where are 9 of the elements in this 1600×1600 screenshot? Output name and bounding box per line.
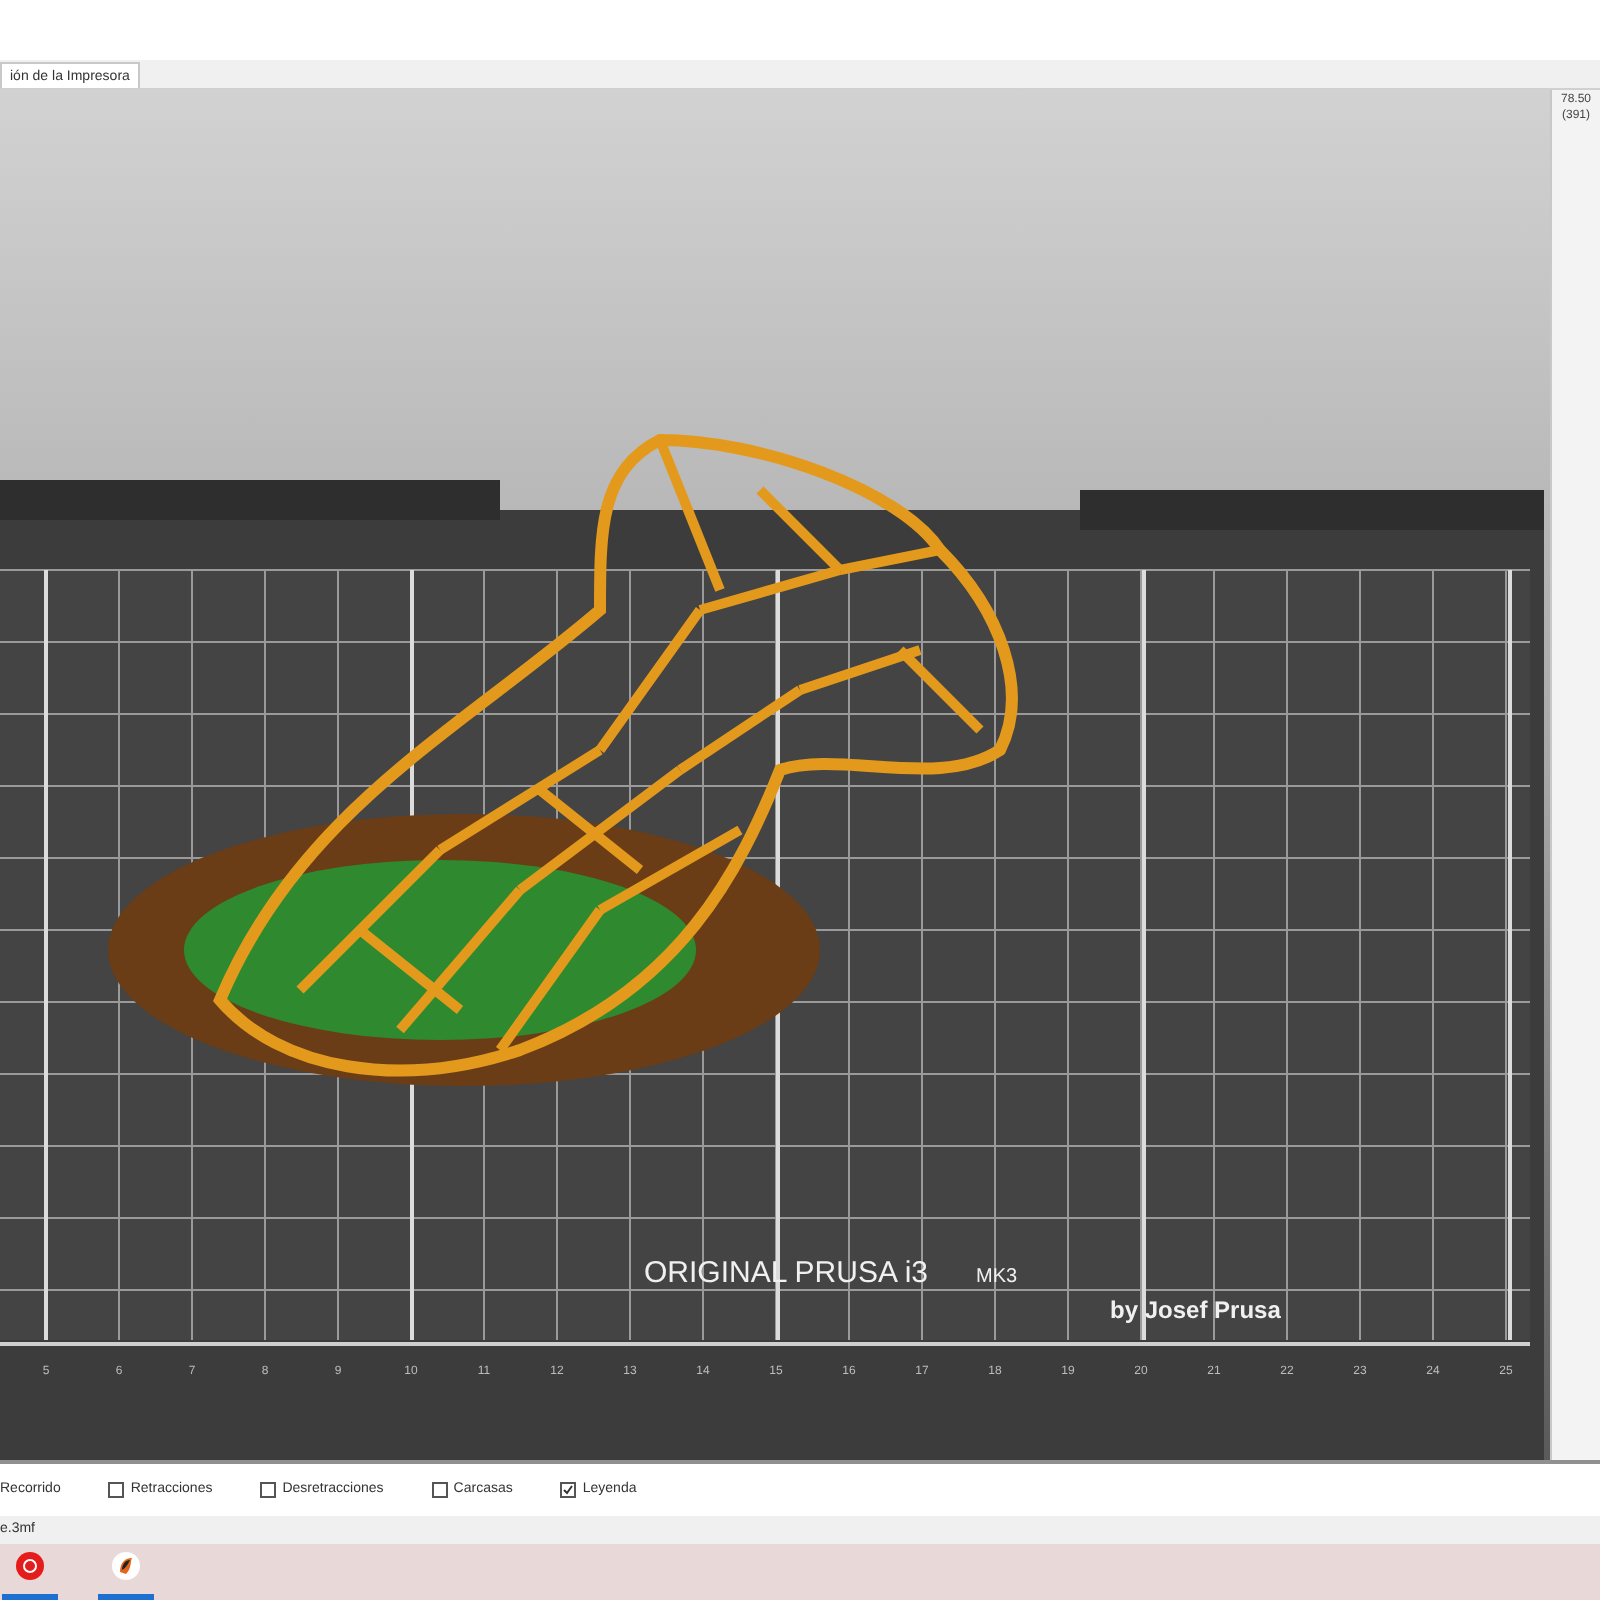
record-icon <box>16 1552 44 1580</box>
checkbox[interactable] <box>560 1482 577 1498</box>
taskbar-app-button[interactable] <box>94 1548 158 1600</box>
bed-model-label: MK3 <box>976 1266 1018 1288</box>
checkbox[interactable] <box>260 1482 277 1498</box>
taskbar-app-button[interactable] <box>0 1548 62 1600</box>
app-icon <box>112 1552 140 1580</box>
checkbox[interactable] <box>431 1482 448 1498</box>
checkbox[interactable] <box>108 1482 125 1498</box>
